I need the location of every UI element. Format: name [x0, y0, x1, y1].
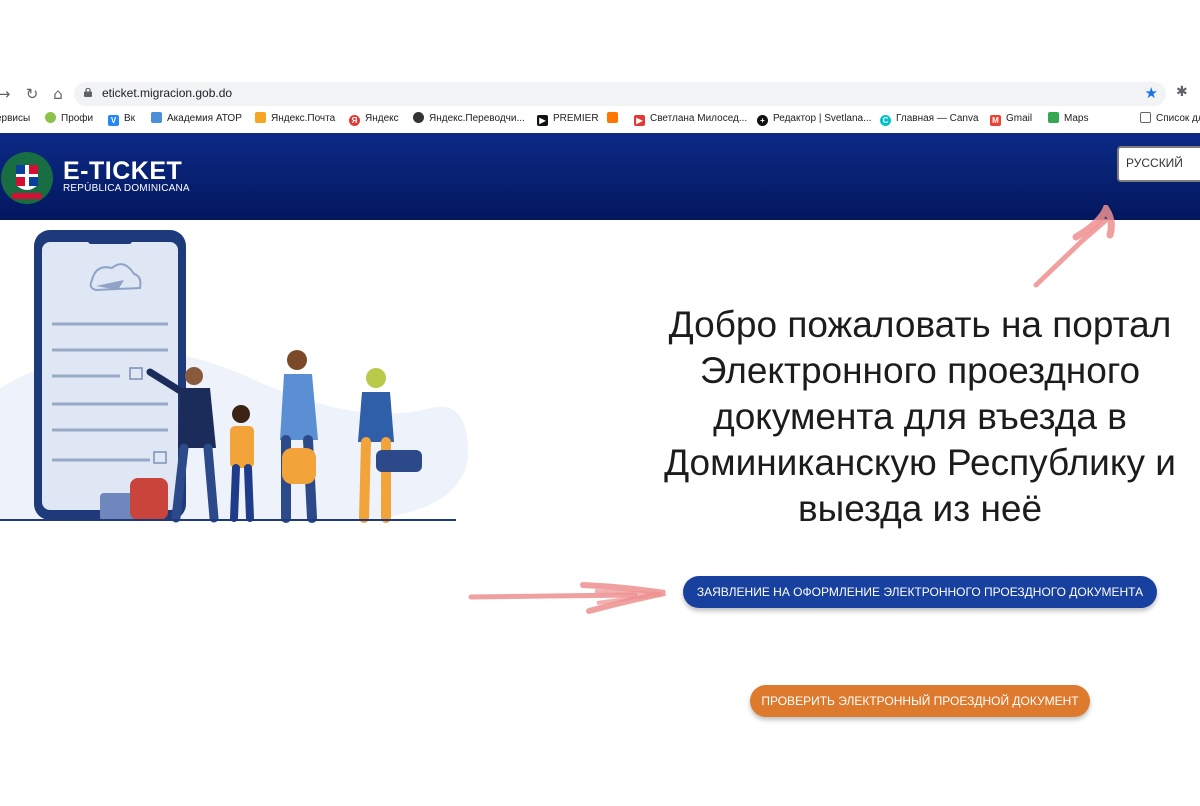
- site-title: E-TICKET: [63, 157, 183, 185]
- bookmark-yandex-mail[interactable]: Яндекс.Почта: [255, 112, 335, 126]
- url-text: eticket.migracion.gob.do: [102, 86, 233, 100]
- bookmarks-bar: ервисы Профи VВк Академия АТОР Яндекс.По…: [0, 110, 1200, 130]
- site-subtitle: REPÚBLICA DOMINICANA: [63, 183, 190, 194]
- reload-icon[interactable]: ↻: [22, 84, 42, 104]
- profi-icon: [45, 112, 56, 123]
- forward-icon[interactable]: →: [0, 84, 14, 104]
- bookmark-canva[interactable]: C Главная — Canva: [880, 112, 979, 126]
- bookmark-profi[interactable]: Профи: [45, 112, 93, 126]
- bookmark-star-icon[interactable]: ★: [1145, 84, 1158, 102]
- check-eticket-button[interactable]: ПРОВЕРИТЬ ЭЛЕКТРОННЫЙ ПРОЕЗДНОЙ ДОКУМЕНТ: [750, 685, 1090, 717]
- ok-icon: [607, 112, 618, 123]
- apply-eticket-button[interactable]: ЗАЯВЛЕНИЕ НА ОФОРМЛЕНИЕ ЭЛЕКТРОННОГО ПРО…: [683, 576, 1157, 608]
- gmail-icon: M: [990, 115, 1001, 126]
- bookmark-ator[interactable]: Академия АТОР: [151, 112, 242, 126]
- extensions-icon[interactable]: ✱: [1176, 84, 1188, 100]
- reading-list-icon: [1140, 112, 1151, 123]
- address-bar[interactable]: eticket.migracion.gob.do ★: [74, 82, 1166, 106]
- youtube-icon: ▶: [634, 115, 645, 126]
- annotation-arrow-right: [468, 582, 666, 614]
- language-select[interactable]: РУССКИЙ: [1117, 146, 1200, 182]
- maps-icon: [1048, 112, 1059, 123]
- ator-icon: [151, 112, 162, 123]
- translate-icon: [413, 112, 424, 123]
- bookmark-services[interactable]: ервисы: [0, 112, 30, 126]
- bookmark-reading-list[interactable]: Список для: [1140, 112, 1200, 126]
- bookmark-premier[interactable]: ▶ PREMIER: [537, 112, 599, 126]
- mail-icon: [255, 112, 266, 123]
- bookmark-ok[interactable]: [607, 112, 623, 126]
- browser-toolbar: → ↻ ⌂ eticket.migracion.gob.do ★ ✱: [0, 80, 1200, 108]
- bookmark-translate[interactable]: Яндекс.Переводчи...: [413, 112, 525, 126]
- vk-icon: V: [108, 115, 119, 126]
- bookmark-vk[interactable]: V Вк: [108, 112, 135, 126]
- bookmark-yandex[interactable]: Я Яндекс: [349, 112, 399, 126]
- home-icon[interactable]: ⌂: [48, 84, 68, 104]
- annotation-arrow-up: [1033, 205, 1115, 288]
- bookmark-maps[interactable]: Maps: [1048, 112, 1088, 126]
- yandex-icon: Я: [349, 115, 360, 126]
- bookmark-editor[interactable]: + Редактор | Svetlana...: [757, 112, 871, 126]
- bookmark-gmail[interactable]: M Gmail: [990, 112, 1032, 126]
- coat-of-arms-icon: [1, 152, 53, 204]
- canva-icon: C: [880, 115, 891, 126]
- welcome-heading: Добро пожаловать на портал Электронного …: [664, 304, 1176, 529]
- premier-icon: ▶: [537, 115, 548, 126]
- bookmark-youtube[interactable]: ▶ Светлана Милосед...: [634, 112, 747, 126]
- travelers-illustration: [0, 230, 469, 523]
- site-header: E-TICKET REPÚBLICA DOMINICANA РУССКИЙ: [0, 133, 1200, 220]
- lock-icon: [84, 88, 92, 97]
- editor-icon: +: [757, 115, 768, 126]
